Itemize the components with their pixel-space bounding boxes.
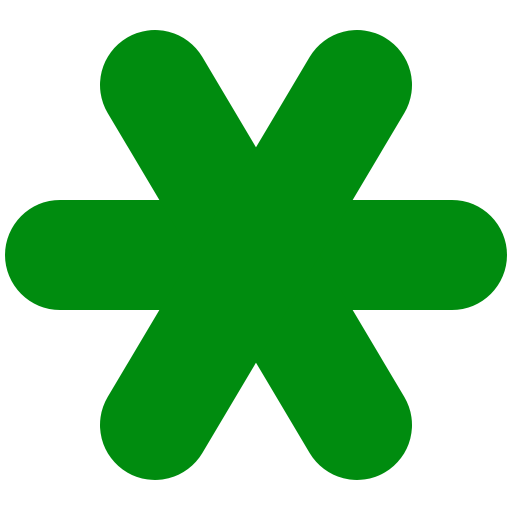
icon-canvas [0, 0, 512, 512]
asterisk-icon [5, 30, 507, 480]
